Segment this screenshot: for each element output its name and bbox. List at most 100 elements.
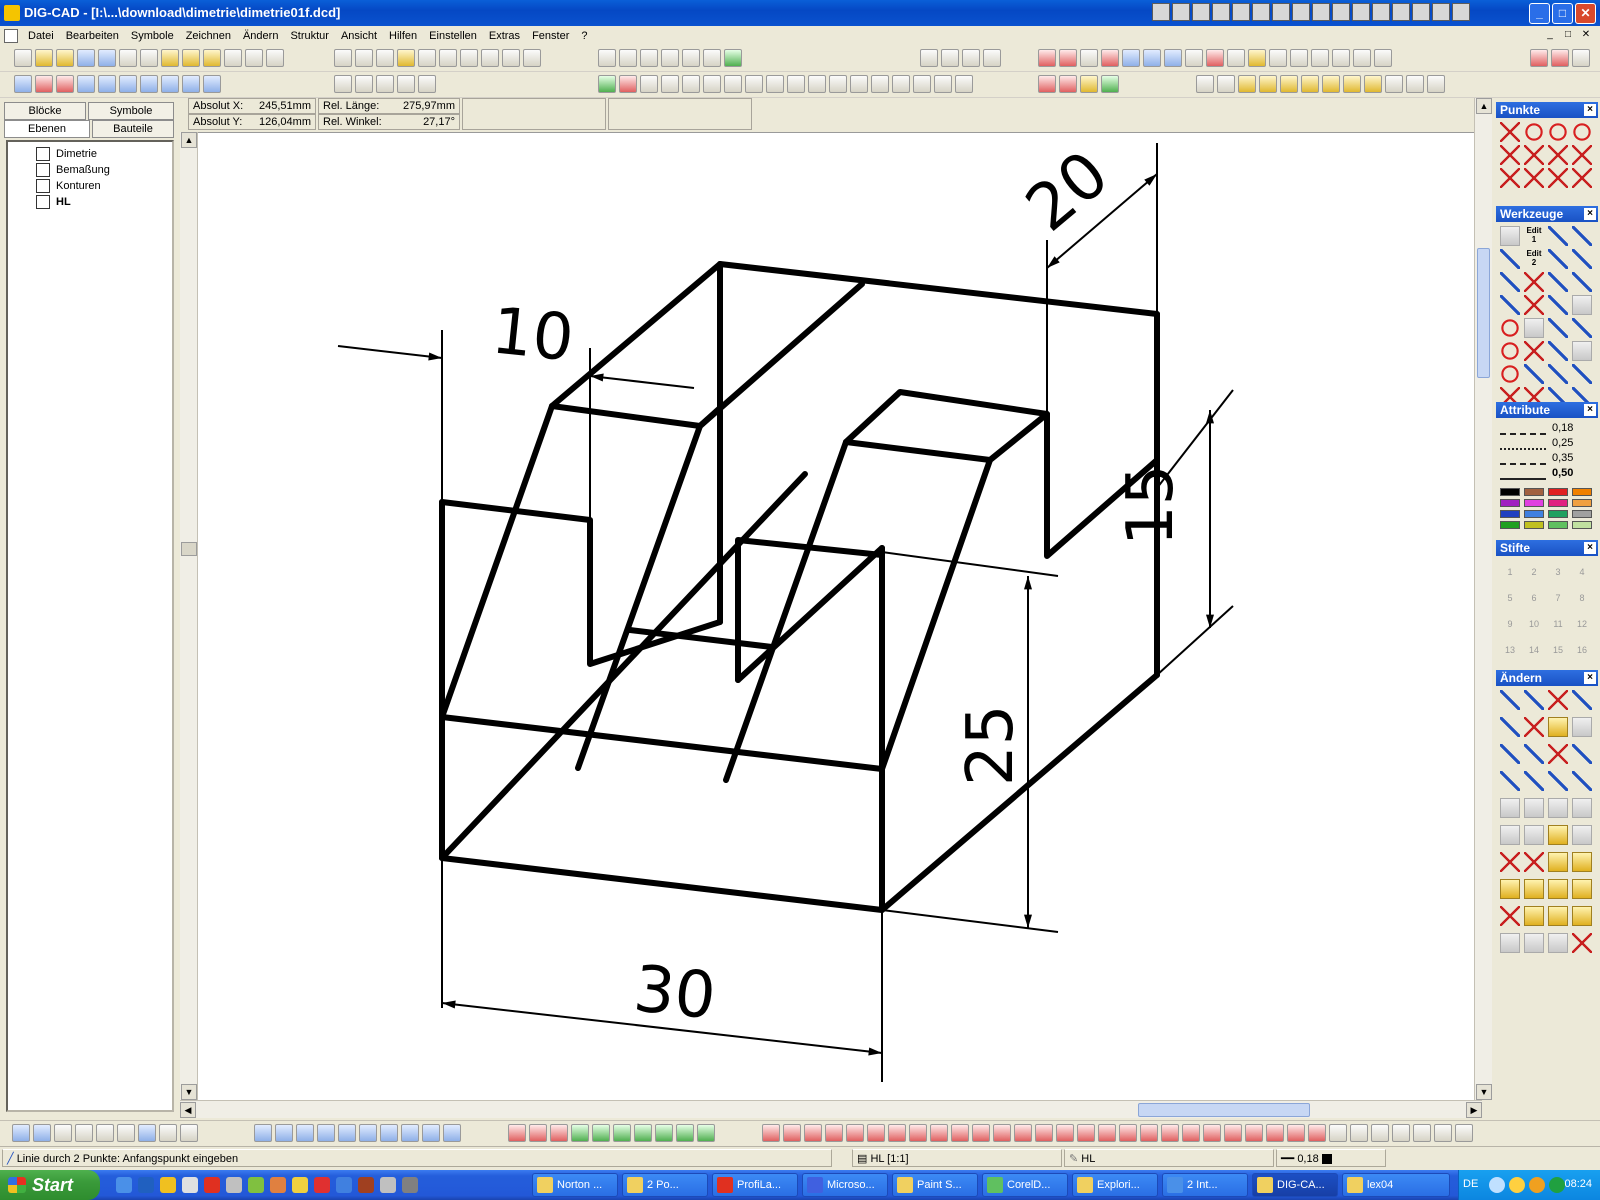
dimetric-drawing[interactable]: 10 20 15 25 30 — [198, 133, 1474, 1099]
maximize-button[interactable]: □ — [1552, 3, 1573, 24]
quicklaunch-icon[interactable] — [182, 1177, 198, 1193]
quicklaunch-icon[interactable] — [358, 1177, 374, 1193]
dim-19-button[interactable] — [1140, 1124, 1158, 1142]
zoom-5-button[interactable] — [829, 75, 847, 93]
scroll-up-arrow-icon[interactable]: ▲ — [181, 132, 197, 148]
color-swatch[interactable] — [1548, 499, 1568, 507]
dim-20-button[interactable] — [1161, 1124, 1179, 1142]
tray-icon[interactable] — [1549, 1177, 1565, 1193]
obj-1-button[interactable] — [1196, 75, 1214, 93]
dim-12-button[interactable] — [993, 1124, 1011, 1142]
pointer-icon[interactable] — [1500, 226, 1520, 246]
dim-25-button[interactable] — [1266, 1124, 1284, 1142]
grid-button[interactable] — [640, 49, 658, 67]
pen-slot[interactable]: 12 — [1572, 614, 1592, 634]
point-perpendicular-icon[interactable] — [1500, 168, 1520, 188]
line-4-button[interactable] — [317, 1124, 335, 1142]
run-button[interactable] — [724, 49, 742, 67]
dim-2-button[interactable] — [783, 1124, 801, 1142]
line-2points-icon[interactable] — [1500, 249, 1520, 269]
mdi-close-button[interactable]: ✕ — [1578, 28, 1594, 42]
minimize-button[interactable]: _ — [1529, 3, 1550, 24]
quick-icon[interactable] — [1372, 3, 1390, 21]
corner-3-icon[interactable] — [1548, 771, 1568, 791]
layer-button[interactable] — [703, 49, 721, 67]
symbol-11-button[interactable] — [1248, 49, 1266, 67]
symbol-2-button[interactable] — [1059, 49, 1077, 67]
line-width-050[interactable]: 0,50 — [1552, 467, 1598, 480]
line-7-button[interactable] — [380, 1124, 398, 1142]
symbol-6-button[interactable] — [1143, 49, 1161, 67]
symbol-7-button[interactable] — [1164, 49, 1182, 67]
confirm-button[interactable] — [481, 49, 499, 67]
quick-icon[interactable] — [1452, 3, 1470, 21]
dim-10-button[interactable] — [951, 1124, 969, 1142]
color-swatch[interactable] — [1524, 499, 1544, 507]
dim-23-button[interactable] — [1224, 1124, 1242, 1142]
scroll-right-arrow-icon[interactable]: ▶ — [1466, 1102, 1482, 1118]
select-add-button[interactable] — [941, 49, 959, 67]
color-swatch[interactable] — [1548, 521, 1568, 529]
delete-icon[interactable] — [1572, 798, 1592, 818]
dim-13-button[interactable] — [1014, 1124, 1032, 1142]
obj-10-button[interactable] — [1385, 75, 1403, 93]
zoom-7-button[interactable] — [871, 75, 889, 93]
arc-2-button[interactable] — [592, 1124, 610, 1142]
camera-icon[interactable] — [1524, 318, 1544, 338]
move-copy-icon[interactable] — [1500, 852, 1520, 872]
dim-34-button[interactable] — [1455, 1124, 1473, 1142]
help-button[interactable] — [1551, 49, 1569, 67]
array-icon[interactable] — [1524, 825, 1544, 845]
cancel-button[interactable] — [460, 49, 478, 67]
symbol-4-button[interactable] — [1101, 49, 1119, 67]
symbol-9-button[interactable] — [1206, 49, 1224, 67]
prop-4-button[interactable] — [1101, 75, 1119, 93]
linetype-dotted[interactable] — [1500, 437, 1546, 450]
break-icon[interactable] — [1500, 744, 1520, 764]
menu-bearbeiten[interactable]: Bearbeiten — [60, 26, 125, 46]
obj-8-button[interactable] — [1343, 75, 1361, 93]
menu-struktur[interactable]: Struktur — [284, 26, 335, 46]
pen-slot[interactable]: 5 — [1500, 588, 1520, 608]
point-quadrant-icon[interactable] — [1548, 122, 1568, 142]
dim-21-button[interactable] — [1182, 1124, 1200, 1142]
dim-30-button[interactable] — [1371, 1124, 1389, 1142]
dim-3-button[interactable] — [804, 1124, 822, 1142]
line-5-button[interactable] — [338, 1124, 356, 1142]
zoom-10-button[interactable] — [934, 75, 952, 93]
group-1-icon[interactable] — [1500, 879, 1520, 899]
hatch-line-icon[interactable] — [1572, 272, 1592, 292]
group-3-icon[interactable] — [1548, 879, 1568, 899]
quicklaunch-icon[interactable] — [226, 1177, 242, 1193]
line-6-button[interactable] — [359, 1124, 377, 1142]
palette-close-button[interactable]: × — [1584, 208, 1596, 220]
struct-7-button[interactable] — [140, 75, 158, 93]
quick-icon[interactable] — [1292, 3, 1310, 21]
ellipse-3-button[interactable] — [697, 1124, 715, 1142]
point-tangent-icon[interactable] — [1524, 168, 1544, 188]
quick-icon[interactable] — [1232, 3, 1250, 21]
quicklaunch-icon[interactable] — [336, 1177, 352, 1193]
print-preview-button[interactable] — [245, 49, 263, 67]
view-3d-1-button[interactable] — [12, 1124, 30, 1142]
undo-button[interactable] — [418, 49, 436, 67]
pen-slot[interactable]: 8 — [1572, 588, 1592, 608]
pen-slot[interactable]: 7 — [1548, 588, 1568, 608]
dim-24-button[interactable] — [1245, 1124, 1263, 1142]
mdi-restore-button[interactable]: □ — [1560, 28, 1576, 42]
zoom-in-button[interactable] — [724, 75, 742, 93]
tab-bloecke[interactable]: Blöcke — [4, 102, 86, 120]
import-button[interactable] — [161, 49, 179, 67]
cube-2-icon[interactable] — [1524, 933, 1544, 953]
struct-4-button[interactable] — [77, 75, 95, 93]
quicklaunch-icon[interactable] — [314, 1177, 330, 1193]
quick-icon[interactable] — [1432, 3, 1450, 21]
pen-red-button[interactable] — [619, 75, 637, 93]
rectangle-icon[interactable] — [1500, 295, 1520, 315]
split-icon[interactable] — [1524, 717, 1544, 737]
circle-tool-icon[interactable] — [1500, 318, 1520, 338]
point-nearest-icon[interactable] — [1548, 168, 1568, 188]
point-arc-icon[interactable] — [1572, 122, 1592, 142]
struct-3-button[interactable] — [56, 75, 74, 93]
layer-item-bemassung[interactable]: Bemaßung — [36, 162, 172, 178]
